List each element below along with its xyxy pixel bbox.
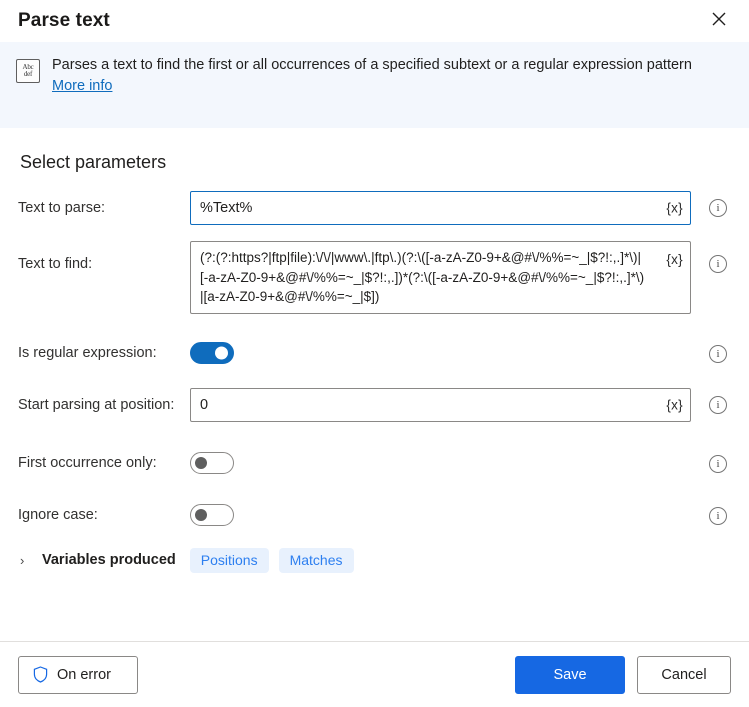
window-title: Parse text (18, 10, 110, 31)
start-parsing-position-input[interactable]: 0 {x} (190, 387, 691, 422)
field-row-text-to-parse: Text to parse: %Text% {x} i (18, 191, 731, 225)
info-icon-ignore-case[interactable]: i (709, 506, 727, 525)
variable-picker-button[interactable]: {x} (666, 250, 683, 270)
field-row-first-occurrence-only: First occurrence only: i (18, 446, 731, 474)
cancel-button[interactable]: Cancel (637, 655, 731, 694)
toggle-knob (195, 508, 207, 521)
text-to-parse-input[interactable]: %Text% {x} (190, 191, 691, 225)
dialog-footer: On error Save Cancel (0, 641, 749, 707)
text-to-find-value: (?:(?:https?|ftp|file):\/\/|www\.|ftp\.)… (200, 250, 645, 305)
info-icon-text-to-find[interactable]: i (709, 255, 727, 273)
save-button[interactable]: Save (515, 655, 625, 694)
toggle-knob (195, 456, 207, 469)
start-parsing-position-value: 0 (200, 396, 209, 413)
info-icon-first-occurrence-only[interactable]: i (709, 454, 727, 473)
action-description-text: Parses a text to find the first or all o… (52, 57, 692, 73)
toggle-knob (215, 346, 228, 360)
label-is-regular-expression: Is regular expression: (18, 344, 157, 361)
variable-chip-positions[interactable]: Positions (189, 547, 269, 573)
variable-picker-button[interactable]: {x} (666, 397, 683, 412)
window-titlebar: Parse text (0, 0, 749, 42)
cancel-label: Cancel (661, 666, 707, 683)
label-ignore-case: Ignore case: (18, 506, 98, 523)
variables-produced-label[interactable]: Variables produced (42, 552, 176, 568)
variable-picker-button[interactable]: {x} (666, 201, 683, 216)
abc-def-icon-line2: def (23, 70, 33, 78)
label-start-parsing-at-position: Start parsing at position: (18, 396, 175, 413)
on-error-label: On error (57, 666, 111, 683)
label-text-to-find: Text to find: (18, 256, 93, 272)
info-icon-start-parsing-at-position[interactable]: i (709, 395, 727, 414)
field-row-ignore-case: Ignore case: i (18, 498, 731, 526)
field-row-text-to-find: Text to find: (?:(?:https?|ftp|file):\/\… (18, 241, 731, 314)
label-first-occurrence-only: First occurrence only: (18, 454, 157, 471)
more-info-link[interactable]: More info (52, 78, 112, 94)
info-icon-is-regular-expression[interactable]: i (709, 344, 727, 363)
action-description-banner: Abc def Parses a text to find the first … (0, 42, 749, 128)
label-text-to-parse: Text to parse: (18, 200, 106, 216)
section-title: Select parameters (20, 152, 167, 172)
text-to-find-input[interactable]: (?:(?:https?|ftp|file):\/\/|www\.|ftp\.)… (190, 241, 691, 314)
close-icon (712, 12, 726, 26)
field-row-start-parsing-at-position: Start parsing at position: 0 {x} i (18, 387, 731, 422)
toggle-is-regular-expression[interactable] (190, 341, 234, 364)
parameters-panel: Select parameters Text to parse: %Text% … (0, 152, 749, 573)
text-to-parse-value: %Text% (200, 200, 253, 216)
save-label: Save (553, 666, 587, 683)
info-icon-text-to-parse[interactable]: i (709, 199, 727, 217)
field-row-is-regular-expression: Is regular expression: i (18, 336, 731, 364)
on-error-button[interactable]: On error (18, 655, 138, 694)
toggle-first-occurrence-only[interactable] (190, 451, 234, 474)
close-button[interactable] (701, 2, 737, 36)
shield-icon (33, 666, 48, 683)
chevron-right-icon[interactable]: › (20, 553, 32, 568)
variable-chip-matches[interactable]: Matches (278, 547, 354, 573)
abc-def-text-icon: Abc def (16, 59, 40, 83)
variables-produced-section: › Variables produced Positions Matches (20, 547, 731, 573)
toggle-ignore-case[interactable] (190, 503, 234, 526)
